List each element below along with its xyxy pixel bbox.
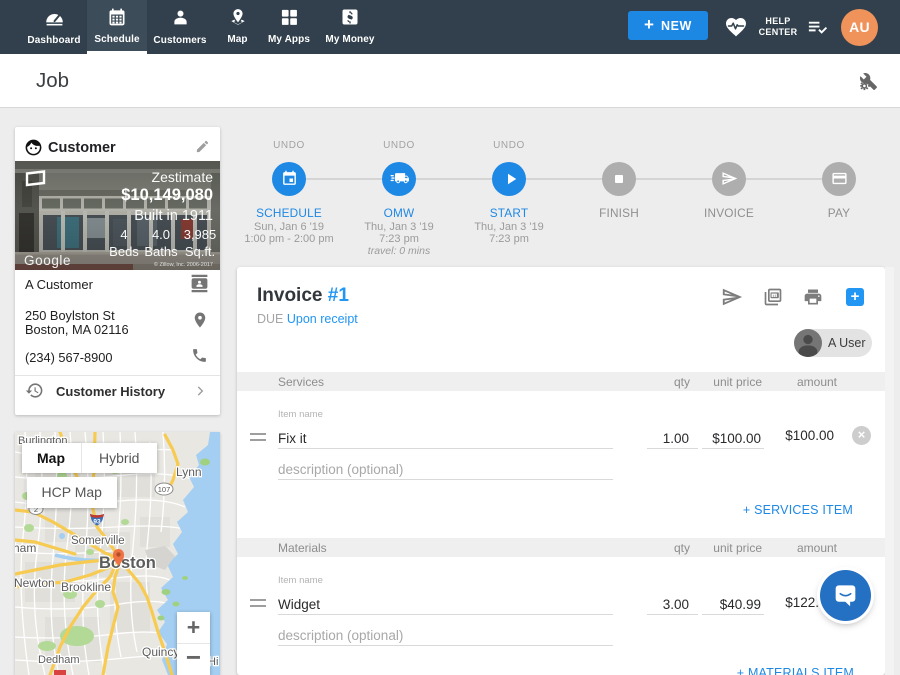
svg-text:Newton: Newton [15, 576, 55, 590]
svg-text:Somerville: Somerville [71, 535, 125, 547]
svg-text:Lynn: Lynn [176, 465, 202, 479]
svg-text:Quincy: Quincy [142, 645, 179, 659]
svg-text:Boston: Boston [99, 554, 156, 572]
svg-text:93: 93 [93, 519, 101, 526]
svg-text:ham: ham [15, 541, 36, 555]
svg-text:Brookline: Brookline [61, 580, 111, 594]
svg-text:107: 107 [158, 485, 171, 494]
svg-text:Dedham: Dedham [38, 654, 80, 666]
